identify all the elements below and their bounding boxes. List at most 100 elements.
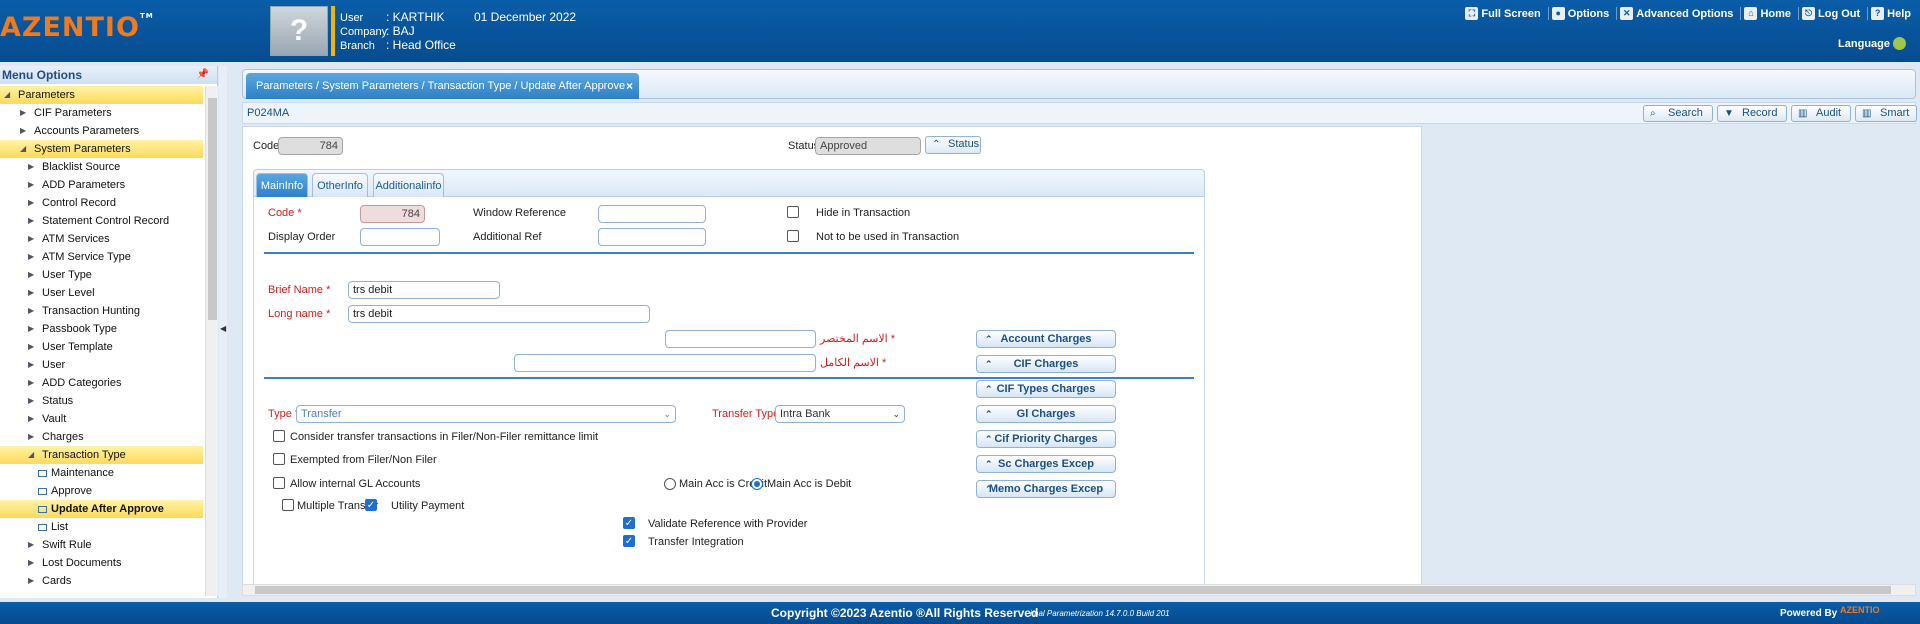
transfer-integration-checkbox[interactable]: ✓ bbox=[623, 535, 635, 547]
allow-gl-checkbox[interactable] bbox=[273, 477, 285, 489]
collapse-icon[interactable]: ◢ bbox=[28, 446, 34, 464]
audit-button[interactable]: ▥ Audit bbox=[1791, 105, 1851, 122]
main-acc-credit-radio[interactable] bbox=[664, 478, 676, 490]
close-tab-icon[interactable]: × bbox=[626, 73, 633, 99]
sidebar-item[interactable]: ▶ ADD Categories bbox=[0, 374, 203, 392]
sc-charges-excep-button[interactable]: ⌃ Sc Charges Excep bbox=[976, 455, 1116, 473]
expand-icon[interactable]: ▶ bbox=[28, 410, 34, 428]
expand-icon[interactable]: ▶ bbox=[28, 374, 34, 392]
consider-filer-checkbox[interactable] bbox=[273, 430, 285, 442]
sidebar-scrollbar[interactable] bbox=[205, 86, 218, 596]
horizontal-scrollbar[interactable] bbox=[242, 584, 1916, 596]
code-field[interactable]: 784 bbox=[278, 137, 343, 155]
tab-maininfo[interactable]: MainInfo bbox=[256, 173, 308, 197]
expand-icon[interactable]: ▶ bbox=[28, 536, 34, 554]
collapse-icon[interactable]: ◢ bbox=[20, 140, 26, 158]
search-button[interactable]: ⌕ Search bbox=[1643, 105, 1713, 122]
arabic-brief-name-field[interactable] bbox=[665, 330, 816, 348]
expand-icon[interactable]: ▶ bbox=[28, 302, 34, 320]
multiple-transfer-checkbox[interactable] bbox=[282, 499, 294, 511]
expand-icon[interactable]: ▶ bbox=[28, 230, 34, 248]
expand-icon[interactable]: ▶ bbox=[28, 212, 34, 230]
pin-icon[interactable]: 📌 bbox=[197, 69, 209, 80]
code2-field[interactable]: 784 bbox=[360, 205, 425, 223]
expand-icon[interactable]: ▶ bbox=[20, 122, 26, 140]
full-screen-button[interactable]: ⛶ Full Screen bbox=[1462, 7, 1543, 20]
record-button[interactable]: ▼ Record bbox=[1717, 105, 1787, 122]
hide-in-transaction-checkbox[interactable] bbox=[787, 206, 799, 218]
sidebar-item[interactable]: ▶ Lost Documents bbox=[0, 554, 203, 572]
language-icon[interactable] bbox=[1893, 37, 1906, 50]
expand-icon[interactable]: ▶ bbox=[28, 428, 34, 446]
sidebar-item[interactable]: ▶ CIF Parameters bbox=[0, 104, 203, 122]
sidebar-item[interactable]: ▶ Passbook Type bbox=[0, 320, 203, 338]
sidebar-item[interactable]: ▶ Transaction Hunting bbox=[0, 302, 203, 320]
options-button[interactable]: ● Options bbox=[1547, 7, 1613, 20]
gl-charges-button[interactable]: ⌃ Gl Charges bbox=[976, 405, 1116, 423]
account-charges-button[interactable]: ⌃ Account Charges bbox=[976, 330, 1116, 348]
transfer-type-select[interactable]: Intra Bank ⌄ bbox=[775, 405, 905, 423]
expand-icon[interactable]: ▶ bbox=[28, 194, 34, 212]
exempted-filer-checkbox[interactable] bbox=[273, 453, 285, 465]
long-name-field[interactable]: trs debit bbox=[348, 305, 650, 323]
not-used-in-transaction-checkbox[interactable] bbox=[787, 230, 799, 242]
sidebar-item[interactable]: ▶ User Type bbox=[0, 266, 203, 284]
sidebar-item[interactable]: Update After Approve bbox=[0, 500, 203, 518]
sidebar-item[interactable]: ▶ Charges bbox=[0, 428, 203, 446]
expand-icon[interactable]: ▶ bbox=[28, 248, 34, 266]
sidebar-item[interactable]: ▶ ADD Parameters bbox=[0, 176, 203, 194]
horizontal-scroll-thumb[interactable] bbox=[255, 586, 1891, 594]
sidebar-item[interactable]: ▶ Statement Control Record bbox=[0, 212, 203, 230]
window-reference-field[interactable] bbox=[598, 205, 706, 223]
expand-icon[interactable]: ▶ bbox=[28, 158, 34, 176]
home-button[interactable]: ⌂ Home bbox=[1740, 7, 1794, 20]
sidebar-scroll-thumb[interactable] bbox=[208, 98, 217, 320]
expand-icon[interactable]: ▶ bbox=[28, 554, 34, 572]
sidebar-item[interactable]: ▶ User Level bbox=[0, 284, 203, 302]
expand-icon[interactable]: ▶ bbox=[28, 338, 34, 356]
cif-priority-charges-button[interactable]: ⌃ Cif Priority Charges bbox=[976, 430, 1116, 448]
help-button[interactable]: ? Help bbox=[1867, 7, 1914, 20]
expand-icon[interactable]: ▶ bbox=[28, 572, 34, 590]
cif-charges-button[interactable]: ⌃ CIF Charges bbox=[976, 355, 1116, 373]
main-acc-debit-radio[interactable] bbox=[751, 478, 763, 490]
advanced-options-button[interactable]: ✕ Advanced Options bbox=[1616, 7, 1736, 20]
sidebar-item[interactable]: ▶ Blacklist Source bbox=[0, 158, 203, 176]
smart-button[interactable]: ▥ Smart bbox=[1855, 105, 1917, 122]
expand-icon[interactable]: ▶ bbox=[28, 176, 34, 194]
expand-icon[interactable]: ▶ bbox=[28, 392, 34, 410]
sidebar-item[interactable]: ◢ System Parameters bbox=[0, 140, 203, 158]
sidebar-item[interactable]: Approve bbox=[0, 482, 203, 500]
additional-ref-field[interactable] bbox=[598, 228, 706, 246]
tab-update-after-approve[interactable]: Parameters / System Parameters / Transac… bbox=[246, 73, 639, 99]
log-out-button[interactable]: ⎋ Log Out bbox=[1798, 7, 1863, 20]
collapse-icon[interactable]: ◢ bbox=[4, 86, 10, 104]
sidebar-item[interactable]: ◢ Transaction Type bbox=[0, 446, 203, 464]
expand-icon[interactable]: ▶ bbox=[28, 284, 34, 302]
memo-charges-excep-button[interactable]: ⌃ Memo Charges Excep bbox=[976, 480, 1116, 498]
expand-icon[interactable]: ▶ bbox=[20, 104, 26, 122]
sidebar-item[interactable]: ▶ Status bbox=[0, 392, 203, 410]
arabic-long-name-field[interactable] bbox=[514, 354, 816, 372]
expand-icon[interactable]: ▶ bbox=[28, 356, 34, 374]
expand-icon[interactable]: ▶ bbox=[28, 266, 34, 284]
sidebar-splitter[interactable]: ◀ bbox=[219, 66, 227, 598]
sidebar-item[interactable]: ▶ Cards bbox=[0, 572, 203, 590]
sidebar-item[interactable]: Maintenance bbox=[0, 464, 203, 482]
cif-types-charges-button[interactable]: ⌃ CIF Types Charges bbox=[976, 380, 1116, 398]
sidebar-item[interactable]: ▶ Control Record bbox=[0, 194, 203, 212]
sidebar-item[interactable]: ▶ Accounts Parameters bbox=[0, 122, 203, 140]
sidebar-item[interactable]: ▶ ATM Service Type bbox=[0, 248, 203, 266]
sidebar-item[interactable]: ▶ Vault bbox=[0, 410, 203, 428]
sidebar-item[interactable]: ◢ Parameters bbox=[0, 86, 203, 104]
expand-icon[interactable]: ▶ bbox=[28, 320, 34, 338]
sidebar-item[interactable]: ▶ ATM Services bbox=[0, 230, 203, 248]
brief-name-field[interactable]: trs debit bbox=[348, 281, 500, 299]
utility-payment-checkbox[interactable]: ✓ bbox=[365, 499, 377, 511]
status-button[interactable]: ⌃ Status bbox=[925, 136, 981, 154]
tab-otherinfo[interactable]: OtherInfo bbox=[312, 173, 368, 197]
validate-reference-checkbox[interactable]: ✓ bbox=[623, 517, 635, 529]
type-select[interactable]: Transfer ⌄ bbox=[296, 405, 676, 423]
sidebar-item[interactable]: List bbox=[0, 518, 203, 536]
display-order-field[interactable] bbox=[360, 228, 440, 246]
